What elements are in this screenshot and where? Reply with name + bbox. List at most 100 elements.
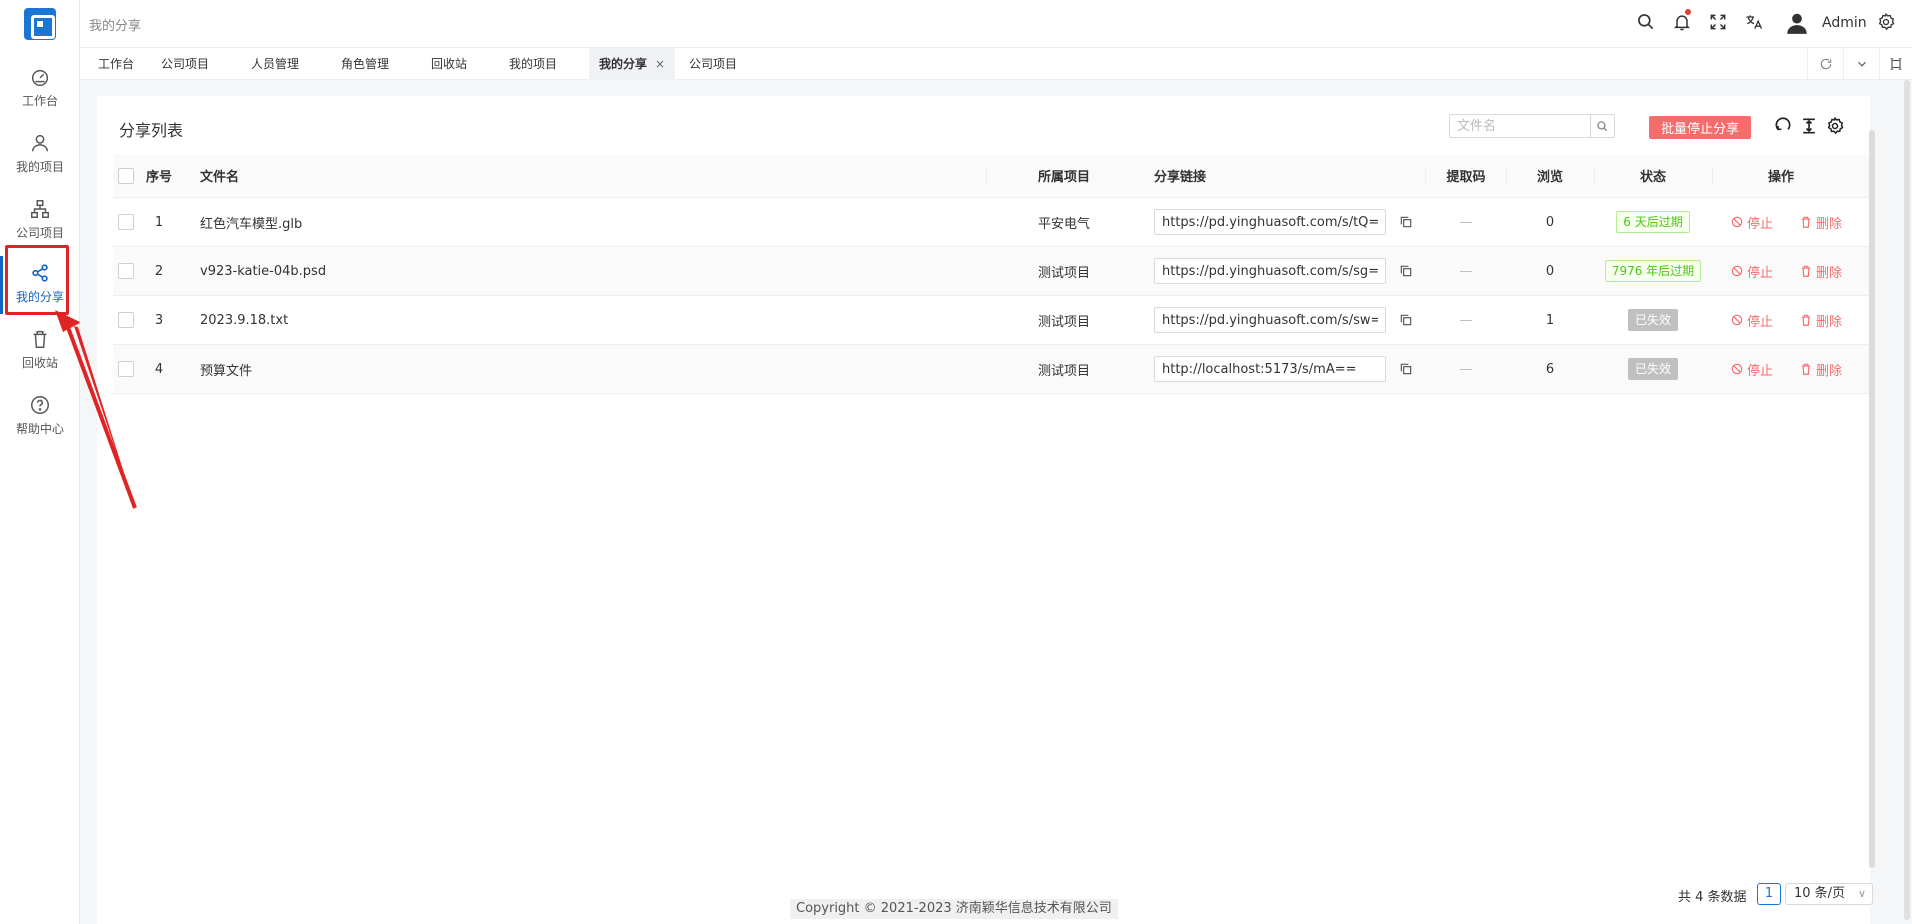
stop-icon <box>1731 363 1743 375</box>
sidebar-item-my-projects[interactable]: 我的项目 <box>0 122 80 188</box>
status-badge: 6 天后过期 <box>1616 211 1690 233</box>
stop-button[interactable]: 停止 <box>1730 247 1773 295</box>
row-checkbox[interactable] <box>118 247 134 295</box>
copy-icon[interactable] <box>1399 296 1413 344</box>
card-title: 分享列表 <box>119 121 184 140</box>
tab-dashboard[interactable]: 工作台 <box>88 48 144 80</box>
share-list-card: 分享列表 批量停止分享 序号 文件名 所属项目 分享链接 提取码 浏览 状态 <box>97 96 1870 924</box>
sidebar-item-help-center[interactable]: 帮助中心 <box>0 384 80 450</box>
delete-label: 删除 <box>1816 314 1843 330</box>
chevron-down-icon[interactable] <box>1843 48 1879 80</box>
search-input[interactable] <box>1450 115 1590 137</box>
trash-icon <box>1801 314 1811 326</box>
row-index: 3 <box>154 312 164 328</box>
dashboard-icon <box>29 66 51 88</box>
table-row: 3 2023.9.18.txt 测试项目 — 1 已失效 停止 删除 <box>113 296 1870 345</box>
app-logo[interactable] <box>24 8 56 40</box>
share-link-field[interactable] <box>1154 258 1386 284</box>
sidebar-item-company-projects[interactable]: 公司项目 <box>0 188 80 254</box>
fullscreen-icon[interactable] <box>1708 12 1732 36</box>
maximize-icon[interactable] <box>1879 48 1912 80</box>
row-extract-code: — <box>1459 214 1473 230</box>
page-scrollbar[interactable] <box>1904 80 1910 920</box>
delete-button[interactable]: 删除 <box>1799 247 1842 295</box>
tab-label: 我的项目 <box>509 57 558 71</box>
stop-button[interactable]: 停止 <box>1730 296 1773 344</box>
tab-role-management[interactable]: 角色管理 <box>331 48 399 80</box>
help-icon <box>29 394 51 416</box>
delete-button[interactable]: 删除 <box>1799 345 1842 393</box>
delete-label: 删除 <box>1816 216 1843 232</box>
copy-icon[interactable] <box>1399 198 1413 246</box>
close-icon[interactable]: × <box>655 57 665 71</box>
search-icon[interactable] <box>1590 115 1614 137</box>
tab-company-projects[interactable]: 公司项目 <box>151 48 219 80</box>
share-link-field[interactable] <box>1154 356 1386 382</box>
header-share-link: 分享链接 <box>1154 170 1207 185</box>
user-name[interactable]: Admin <box>1822 15 1867 31</box>
page-number-button[interactable]: 1 <box>1757 883 1781 905</box>
header-extract-code: 提取码 <box>1446 170 1486 185</box>
row-project: 测试项目 <box>1038 265 1091 281</box>
sidebar-item-label: 回收站 <box>21 356 58 370</box>
translate-icon[interactable] <box>1744 12 1768 36</box>
search-icon[interactable] <box>1636 12 1660 36</box>
row-project: 测试项目 <box>1038 314 1091 330</box>
page-size-value: 10 条/页 <box>1794 886 1846 901</box>
copy-icon[interactable] <box>1399 345 1413 393</box>
tab-my-projects[interactable]: 我的项目 <box>499 48 567 80</box>
sidebar-item-recycle-bin[interactable]: 回收站 <box>0 318 80 384</box>
settings-icon[interactable] <box>1876 12 1900 36</box>
row-project: 平安电气 <box>1038 216 1091 232</box>
tab-label: 我的分享 <box>599 57 648 71</box>
sidebar-item-label: 工作台 <box>21 94 58 108</box>
status-badge: 已失效 <box>1627 309 1678 331</box>
page-size-select[interactable]: 10 条/页 ∨ <box>1785 883 1873 905</box>
row-index: 2 <box>154 263 164 279</box>
refresh-tab-icon[interactable] <box>1807 48 1843 80</box>
header-project: 所属项目 <box>1038 170 1091 185</box>
tab-staff-management[interactable]: 人员管理 <box>241 48 309 80</box>
settings-icon[interactable] <box>1825 116 1847 138</box>
tab-recycle-bin[interactable]: 回收站 <box>421 48 477 80</box>
status-badge: 7976 年后过期 <box>1604 260 1702 282</box>
tab-label: 公司项目 <box>161 57 210 71</box>
select-all-checkbox[interactable] <box>118 154 134 197</box>
stop-icon <box>1731 314 1743 326</box>
sidebar-item-dashboard[interactable]: 工作台 <box>0 56 80 122</box>
row-checkbox[interactable] <box>118 345 134 393</box>
table-scrollbar[interactable] <box>1869 130 1875 868</box>
refresh-icon[interactable] <box>1773 116 1795 138</box>
stop-icon <box>1731 216 1743 228</box>
pager-total: 共 4 条数据 <box>1678 890 1747 905</box>
tab-company-projects-2[interactable]: 公司项目 <box>679 48 747 80</box>
delete-button[interactable]: 删除 <box>1799 198 1842 246</box>
tab-label: 公司项目 <box>689 57 738 71</box>
delete-button[interactable]: 删除 <box>1799 296 1842 344</box>
row-checkbox[interactable] <box>118 296 134 344</box>
stop-label: 停止 <box>1747 216 1774 232</box>
sidebar: 工作台 我的项目 公司项目 我的分享 回收站 帮助中心 <box>0 0 80 924</box>
share-link-field[interactable] <box>1154 307 1386 333</box>
share-icon <box>29 262 51 284</box>
share-table: 序号 文件名 所属项目 分享链接 提取码 浏览 状态 操作 1 红色汽车模型.g… <box>113 154 1870 394</box>
stop-button[interactable]: 停止 <box>1730 345 1773 393</box>
tab-label: 人员管理 <box>251 57 300 71</box>
sidebar-item-my-shares[interactable]: 我的分享 <box>0 252 80 318</box>
row-checkbox[interactable] <box>118 198 134 246</box>
stop-button[interactable]: 停止 <box>1730 198 1773 246</box>
sidebar-item-label: 公司项目 <box>15 226 64 240</box>
column-height-icon[interactable] <box>1799 116 1821 138</box>
user-icon <box>29 132 51 154</box>
copy-icon[interactable] <box>1399 247 1413 295</box>
row-extract-code: — <box>1459 263 1473 279</box>
share-link-field[interactable] <box>1154 209 1386 235</box>
batch-stop-share-button[interactable]: 批量停止分享 <box>1649 116 1751 139</box>
trash-icon <box>1801 265 1811 277</box>
bell-icon[interactable] <box>1672 9 1696 36</box>
row-views: 6 <box>1545 361 1555 377</box>
stop-label: 停止 <box>1747 265 1774 281</box>
stop-label: 停止 <box>1747 363 1774 379</box>
tab-my-shares[interactable]: 我的分享 × <box>589 48 676 80</box>
avatar[interactable] <box>1784 10 1812 38</box>
